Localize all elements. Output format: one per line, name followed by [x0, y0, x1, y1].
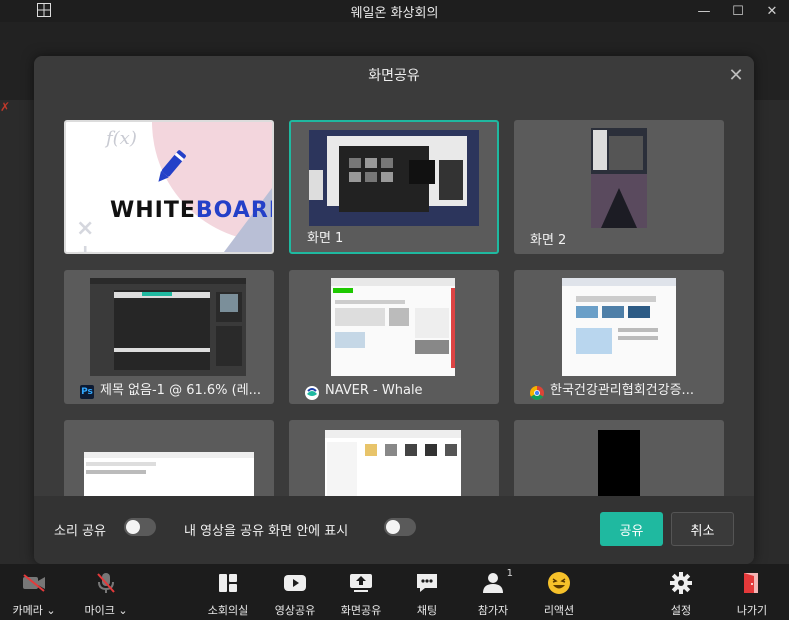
maximize-icon[interactable]: ☐	[721, 0, 755, 22]
photoshop-icon: Ps	[80, 385, 94, 399]
minimize-icon[interactable]: —	[687, 0, 721, 22]
reaction-label: 리액션	[543, 604, 575, 617]
dialog-footer: 소리 공유 내 영상을 공유 화면 안에 표시 공유 취소	[34, 496, 754, 564]
mic-label: 마이크	[84, 604, 115, 617]
chat-button[interactable]: 채팅	[397, 570, 457, 618]
sound-share-toggle[interactable]	[124, 518, 156, 536]
video-play-icon	[281, 570, 309, 596]
screen-share-icon	[347, 570, 375, 596]
screen-share-label: 화면공유	[340, 604, 382, 617]
chat-icon	[413, 570, 441, 596]
chevron-down-icon[interactable]: ⌄	[118, 604, 127, 617]
sound-share-label: 소리 공유	[54, 524, 106, 539]
chrome-thumbnail	[562, 278, 676, 376]
breakout-room-icon	[214, 570, 242, 596]
meeting-toolbar: 카메라 ⌄ 마이크 ⌄ 소회의실 영상공유 화면공유 채팅 1 참가자 리액션 …	[0, 564, 789, 620]
title-bar: 웨일온 화상회의 — ☐ ✕	[0, 0, 789, 22]
close-dialog-icon[interactable]: ✕	[726, 65, 746, 86]
wordmark-white: WHITE	[110, 198, 196, 223]
smiley-icon	[545, 570, 573, 596]
tile-screen-2[interactable]: 화면 2	[514, 120, 724, 254]
tile-photoshop-window[interactable]: Ps 제목 없음-1 @ 61.6% (레...	[64, 270, 274, 404]
screen-1-thumbnail	[309, 130, 479, 226]
photoshop-thumbnail	[90, 278, 246, 376]
dialog-title: 화면공유	[368, 68, 420, 84]
grid-view-icon[interactable]	[36, 2, 52, 18]
share-button[interactable]: 공유	[600, 512, 663, 546]
close-icon[interactable]: ✕	[755, 0, 789, 22]
tile-whiteboard[interactable]: f(x) ×+ − WHITEBOARD	[64, 120, 274, 254]
cancel-button[interactable]: 취소	[671, 512, 734, 546]
show-video-label: 내 영상을 공유 화면 안에 표시	[184, 524, 349, 539]
leave-door-icon	[738, 570, 766, 596]
mic-button[interactable]: 마이크 ⌄	[76, 570, 136, 618]
participants-label: 참가자	[477, 604, 509, 617]
screen-share-dialog: 화면공유 ✕ f(x) ×+ − WHITEBOARD	[34, 56, 754, 564]
pen-icon	[150, 146, 190, 194]
chevron-down-icon[interactable]: ⌄	[46, 604, 55, 617]
breakout-room-button[interactable]: 소회의실	[198, 570, 258, 618]
settings-label: 설정	[670, 604, 692, 617]
settings-button[interactable]: 설정	[651, 570, 711, 618]
camera-off-icon	[20, 570, 48, 596]
screen-2-thumbnail	[591, 128, 647, 228]
window-controls: — ☐ ✕	[687, 0, 789, 22]
tile-chrome-window[interactable]: 한국건강관리협회건강증...	[514, 270, 724, 404]
participants-count: 1	[506, 568, 513, 579]
camera-label: 카메라	[12, 604, 43, 617]
chat-label: 채팅	[416, 604, 438, 617]
participants-icon: 1	[479, 568, 513, 596]
tile-label: 화면 1	[307, 231, 344, 246]
leave-button[interactable]: 나가기	[722, 570, 782, 618]
reaction-button[interactable]: 리액션	[529, 570, 589, 618]
whiteboard-formula: f(x)	[106, 128, 137, 149]
wordmark-board: BOARD	[195, 198, 272, 223]
dialog-header: 화면공유 ✕	[34, 56, 754, 94]
whale-icon	[305, 385, 319, 400]
tile-screen-1[interactable]: 화면 1	[289, 120, 499, 254]
gear-icon	[667, 570, 695, 596]
tile-label: 한국건강관리협회건강증...	[550, 383, 694, 398]
window-title: 웨일온 화상회의	[350, 5, 439, 21]
whiteboard-wordmark: WHITEBOARD	[110, 198, 272, 223]
participants-button[interactable]: 1 참가자	[463, 568, 523, 618]
show-video-toggle[interactable]	[384, 518, 416, 536]
video-share-label: 영상공유	[274, 604, 316, 617]
video-share-button[interactable]: 영상공유	[265, 570, 325, 618]
mic-off-icon	[92, 570, 120, 596]
mic-muted-icon: ✗	[0, 100, 11, 114]
tile-label: 화면 2	[530, 233, 567, 248]
breakout-label: 소회의실	[207, 604, 249, 617]
leave-label: 나가기	[736, 604, 768, 617]
screen-share-button[interactable]: 화면공유	[331, 570, 391, 618]
camera-button[interactable]: 카메라 ⌄	[4, 570, 64, 618]
tile-label: 제목 없음-1 @ 61.6% (레...	[100, 383, 262, 398]
tile-label: NAVER - Whale	[325, 383, 423, 398]
tile-naver-whale-window[interactable]: NAVER - Whale	[289, 270, 499, 404]
chrome-icon	[530, 385, 544, 400]
naver-thumbnail	[331, 278, 455, 376]
